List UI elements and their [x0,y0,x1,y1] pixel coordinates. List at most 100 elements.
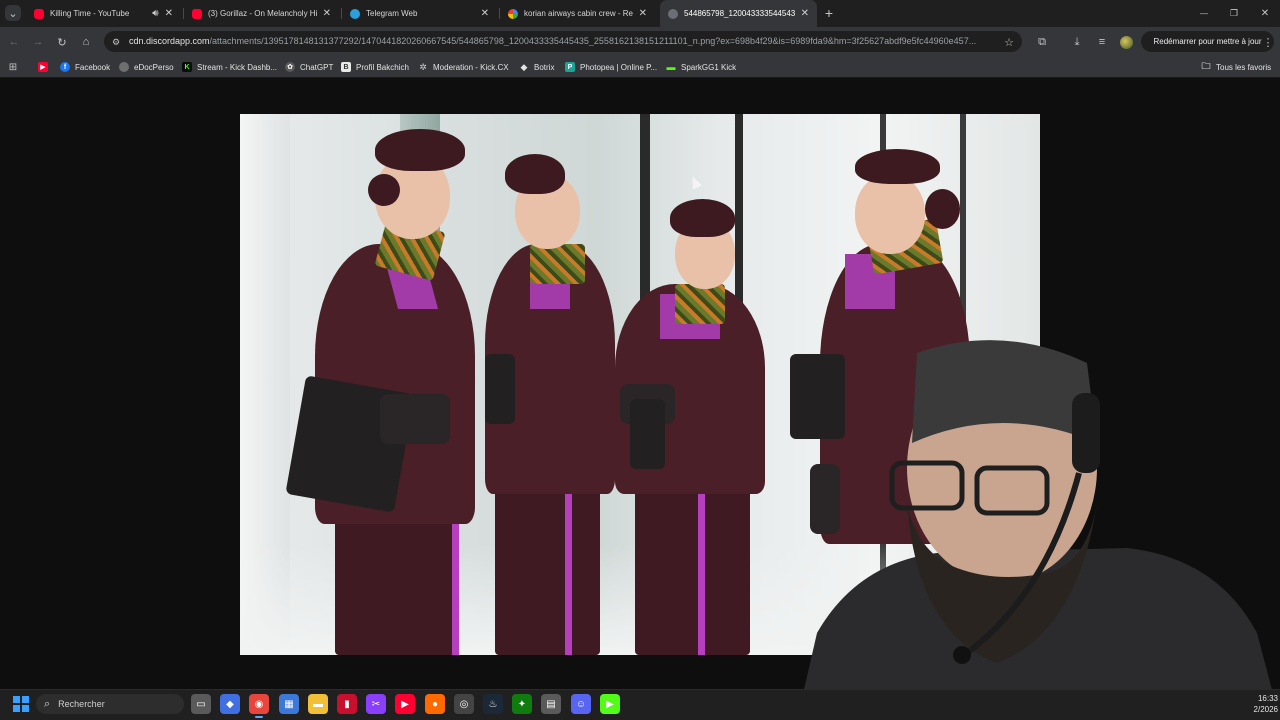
arrow-left-icon: ← [8,36,20,48]
tab-title: (3) Gorillaz - On Melancholy Hill [208,9,317,18]
extensions-icon[interactable]: ⧉ [1034,34,1050,50]
bookmark-youtube[interactable]: ▶ [38,61,53,73]
home-button[interactable]: ⌂ [78,34,94,50]
chevron-down-icon: ⌄ [8,7,18,20]
gear-icon: ✲ [419,61,427,72]
taskbar-app-store[interactable]: ▦ [279,694,299,714]
start-button[interactable] [13,696,29,712]
attendant-figure [610,199,775,655]
tab-telegram[interactable]: Telegram Web ✕ [342,0,497,27]
media-control-icon[interactable]: ≡ [1094,34,1110,50]
taskbar-app-chrome[interactable]: ◉ [249,694,269,718]
close-icon[interactable]: ✕ [165,8,173,19]
bookmark-kick-dashboard[interactable]: K Stream - Kick Dashb... [182,61,277,73]
taskbar-app-obs-orange[interactable]: ● [425,694,445,714]
close-icon[interactable]: ✕ [639,8,647,19]
bookmark-label: Tous les favoris [1216,62,1272,72]
photopea-icon: P [565,62,575,72]
tab-search-button[interactable]: ⌄ [5,5,21,21]
all-bookmarks-folder[interactable]: 🗀︎ Tous les favoris [1201,61,1271,73]
close-icon[interactable]: ✕ [481,8,489,19]
bookmark-sparkgg1-kick[interactable]: ▬ SparkGG1 Kick [666,61,737,73]
obs-orange-icon: ● [431,698,439,710]
taskbar-app-task-view[interactable]: ▭ [191,694,211,714]
taskbar-app-app-red[interactable]: ▮ [337,694,357,714]
avatar[interactable] [1118,34,1134,50]
restore-icon: ❐ [1229,7,1239,18]
taskbar-app-copilot[interactable]: ◆ [220,694,240,714]
apps-grid-icon[interactable]: ⊞ [5,59,21,75]
chatgpt-icon: ✿ [285,62,295,72]
bookmark-label: eDocPerso [134,62,174,72]
more-menu-icon[interactable]: ⋮ [1260,34,1276,50]
plus-icon: + [824,5,834,21]
back-button[interactable]: ← [6,34,22,50]
bookmark-photopea[interactable]: P Photopea | Online P... [565,61,657,73]
webcam-overlay [797,333,1280,720]
snipping-icon: ✂ [371,698,381,710]
close-window-button[interactable]: ✕ [1257,5,1273,21]
url-host: cdn.discordapp.com [129,36,210,46]
taskbar-clock[interactable]: 16:33 2/2026 [1238,693,1278,715]
globe-icon [668,8,678,19]
tab-title: korian airways cabin crew - Rec [524,9,633,18]
close-icon[interactable]: ✕ [323,8,331,19]
bookmark-botrix[interactable]: ◆ Botrix [519,61,555,73]
folder-icon: 🗀︎ [1201,61,1211,71]
clock-time: 16:33 [1257,694,1278,703]
taskbar-app-file-explorer[interactable]: ▬ [308,694,328,714]
tab-title: 544865798_120043333544543 [684,9,795,18]
taskbar-app-obs[interactable]: ◎ [454,694,474,714]
tab-title: Telegram Web [366,9,418,18]
new-tab-button[interactable]: + [821,5,837,21]
taskbar-app-xbox[interactable]: ✦ [512,694,532,714]
bookmark-label: ChatGPT [300,62,334,72]
taskbar-app-youtube[interactable]: ▶ [395,694,415,714]
bookmark-label: SparkGG1 Kick [681,62,737,72]
download-icon[interactable]: ⤓ [1069,34,1085,50]
bookmark-star-icon[interactable]: ☆ [1001,34,1017,50]
relaunch-button[interactable]: Redémarrer pour mettre à jour [1141,31,1274,52]
tab-killing-time[interactable]: Killing Time - YouTube 🔊︎ ✕ [26,0,181,27]
google-icon [508,8,518,19]
taskbar-app-kick[interactable]: ▶ [600,694,620,714]
profile-icon: B [341,62,351,72]
taskbar-app-calculator[interactable]: ▤ [541,694,561,714]
bookmark-facebook[interactable]: f Facebook [60,61,110,73]
url-text[interactable]: cdn.discordapp.com/attachments/139517814… [129,36,999,46]
telegram-icon [350,8,360,19]
tab-gorillaz[interactable]: (3) Gorillaz - On Melancholy Hill ✕ [184,0,339,27]
speaker-icon[interactable]: 🔊︎ [152,8,158,19]
calculator-icon: ▤ [546,698,556,710]
taskbar-app-steam[interactable]: ♨ [483,694,503,714]
site-info-icon[interactable]: ⚙ [108,34,124,50]
bookmark-chatgpt[interactable]: ✿ ChatGPT [285,61,333,73]
tab-discord-image[interactable]: 544865798_120043333544543 ✕ [660,0,817,27]
bookmark-moderation-kick[interactable]: ✲ Moderation - Kick.CX [418,61,509,73]
bookmark-label: Moderation - Kick.CX [433,62,509,72]
minimize-icon: — [1200,8,1208,18]
taskbar-app-snipping[interactable]: ✂ [366,694,386,714]
facebook-icon: f [60,62,70,72]
bookmark-profil-bakchich[interactable]: B Profil Bakchich [341,61,409,73]
webcam-person [797,340,1280,720]
close-icon[interactable]: ✕ [801,8,809,19]
chrome-icon: ◉ [254,698,264,710]
kick-icon: ▶ [606,698,614,710]
reload-button[interactable]: ↻ [54,34,70,50]
minimize-button[interactable]: — [1196,5,1212,21]
reload-icon: ↻ [57,36,67,49]
attendant-figure [280,124,490,655]
youtube-icon [192,8,202,19]
taskbar-app-discord[interactable]: ☺ [571,694,591,714]
tab-title: Killing Time - YouTube [50,9,130,18]
taskbar-search[interactable]: ⌕ Rechercher [36,694,184,714]
tab-korian-airways[interactable]: korian airways cabin crew - Rec ✕ [500,0,655,27]
obs-icon: ◎ [459,698,469,710]
youtube-icon [34,8,44,19]
restore-button[interactable]: ❐ [1226,5,1242,21]
forward-button[interactable]: → [30,34,46,50]
clock-date: 2/2026 [1253,705,1278,714]
bookmark-edocperso[interactable]: eDocPerso [119,61,174,73]
arrow-right-icon: → [32,36,44,48]
